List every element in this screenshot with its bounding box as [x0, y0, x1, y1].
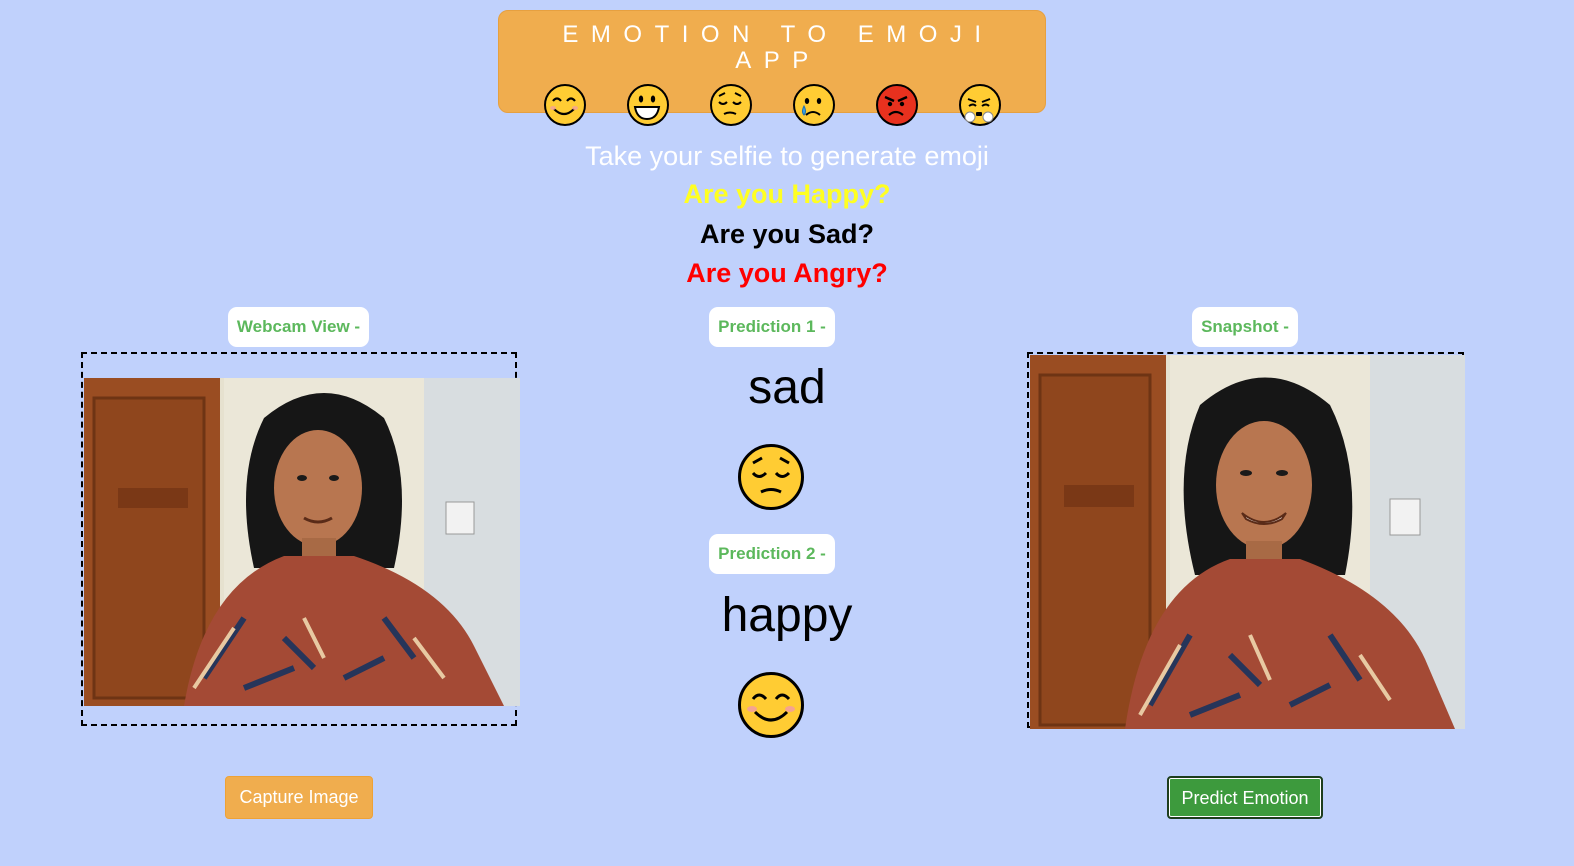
header-banner: EMOTION TO EMOJI APP — [498, 10, 1046, 126]
webcam-view-label: Webcam View - — [228, 307, 369, 347]
snapshot-image — [1030, 355, 1465, 729]
intro-line-happy: Are you Happy? — [683, 179, 891, 209]
prediction-2-label: Prediction 2 - — [709, 534, 835, 574]
prediction-1-label: Prediction 1 - — [709, 307, 835, 347]
webcam-video — [84, 378, 520, 706]
header-emoji-row — [499, 84, 1045, 126]
smiling-face-icon — [543, 84, 586, 126]
emotion-emoji-app: EMOTION TO EMOJI APP Take your selfie to… — [0, 0, 1574, 866]
pensive-face-icon — [738, 444, 804, 510]
steam-face-icon — [958, 84, 1001, 126]
angry-face-icon — [875, 84, 918, 126]
crying-face-icon — [792, 84, 835, 126]
intro-line-selfie: Take your selfie to generate emoji — [585, 141, 989, 171]
intro-line-angry: Are you Angry? — [686, 258, 888, 288]
grinning-face-icon — [626, 84, 669, 126]
snapshot-label: Snapshot - — [1192, 307, 1298, 347]
predict-emotion-button[interactable]: Predict Emotion — [1167, 776, 1323, 819]
capture-image-button[interactable]: Capture Image — [225, 776, 373, 819]
pensive-face-icon — [709, 84, 752, 126]
app-title: EMOTION TO EMOJI APP — [562, 21, 994, 74]
smiling-face-icon — [738, 672, 804, 738]
intro-line-sad: Are you Sad? — [699, 219, 875, 249]
